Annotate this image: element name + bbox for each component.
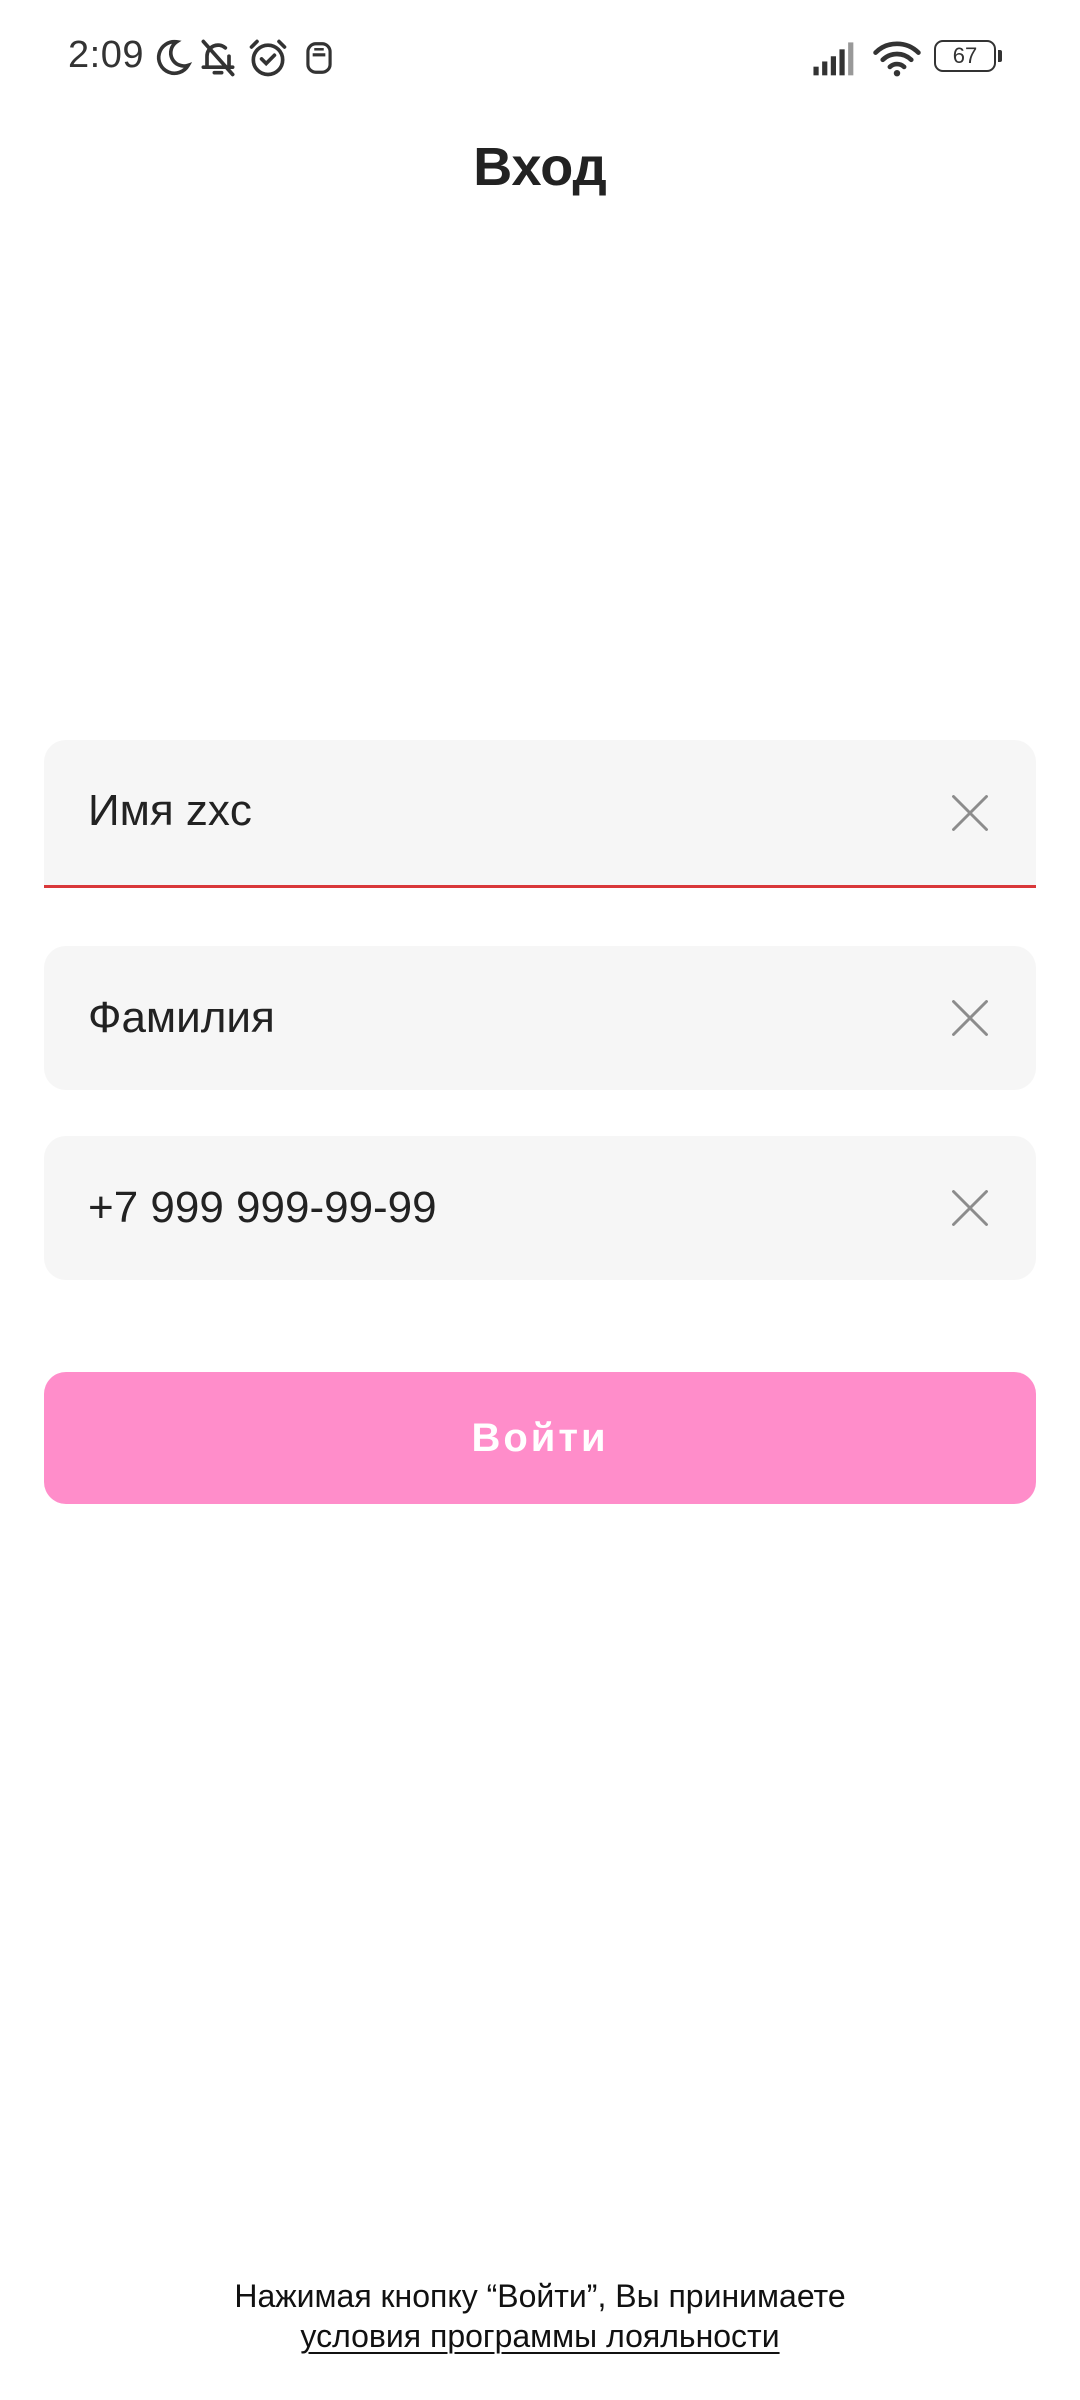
battery-cap [998, 50, 1002, 62]
app-notification-icon [300, 36, 338, 80]
loyalty-terms-link[interactable]: условия программы лояльности [300, 2316, 779, 2356]
close-icon [952, 794, 988, 831]
clear-last-name-button[interactable] [948, 996, 992, 1040]
wifi-icon [872, 36, 922, 80]
status-time: 2:09 [68, 34, 144, 76]
phone-value[interactable]: +7 999 999-99-99 [88, 1183, 437, 1233]
phone-field[interactable]: +7 999 999-99-99 [44, 1136, 1036, 1280]
clear-phone-button[interactable] [948, 1186, 992, 1230]
alarm-icon [246, 36, 290, 80]
bell-off-icon [196, 36, 240, 80]
terms-notice: Нажимая кнопку “Войти”, Вы принимаете ус… [0, 2276, 1080, 2356]
terms-notice-text: Нажимая кнопку “Войти”, Вы принимаете [234, 2278, 846, 2314]
first-name-value[interactable]: Имя zxc [88, 786, 252, 836]
first-name-field[interactable]: Имя zxc [44, 740, 1036, 888]
last-name-value[interactable]: Фамилия [88, 993, 275, 1043]
status-bar: 2:09 67 [0, 0, 1080, 120]
moon-icon [150, 36, 194, 80]
last-name-field[interactable]: Фамилия [44, 946, 1036, 1090]
close-icon [952, 1000, 988, 1036]
battery-level: 67 [934, 40, 996, 72]
close-icon [952, 1190, 988, 1226]
battery-icon: 67 [934, 40, 1004, 74]
signal-icon [810, 36, 862, 80]
page-title: Вход [473, 137, 607, 197]
clear-first-name-button[interactable] [948, 791, 992, 835]
login-button[interactable]: Войти [44, 1372, 1036, 1504]
